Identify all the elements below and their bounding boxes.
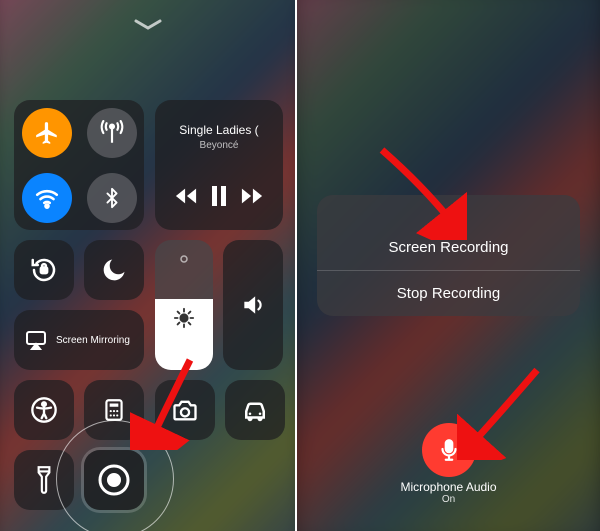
car-icon bbox=[240, 395, 270, 425]
calculator-button[interactable] bbox=[84, 380, 144, 440]
stop-recording-button[interactable]: Stop Recording bbox=[317, 270, 580, 316]
record-indicator-icon bbox=[439, 213, 459, 233]
microphone-icon bbox=[436, 437, 462, 463]
airplane-mode-toggle[interactable] bbox=[22, 108, 72, 158]
airplay-icon bbox=[24, 328, 48, 352]
volume-slider[interactable] bbox=[223, 240, 283, 370]
rotation-lock-toggle[interactable] bbox=[14, 240, 74, 300]
flashlight-icon bbox=[33, 465, 55, 495]
now-playing-artist: Beyoncé bbox=[179, 140, 258, 151]
moon-icon bbox=[100, 256, 128, 284]
pause-icon[interactable] bbox=[211, 186, 227, 206]
microphone-toggle[interactable] bbox=[422, 423, 476, 477]
now-playing-tile[interactable]: Single Ladies ( Beyoncé bbox=[155, 100, 283, 230]
sun-dim-icon bbox=[175, 250, 193, 268]
screen-mirroring-label: Screen Mirroring bbox=[56, 335, 130, 346]
speaker-icon bbox=[240, 292, 266, 318]
airplane-icon bbox=[34, 120, 60, 146]
wifi-toggle[interactable] bbox=[22, 173, 72, 223]
bluetooth-toggle[interactable] bbox=[87, 173, 137, 223]
flashlight-button[interactable] bbox=[14, 450, 74, 510]
do-not-disturb-toggle[interactable] bbox=[84, 240, 144, 300]
rotation-lock-icon bbox=[29, 255, 59, 285]
sun-icon bbox=[173, 307, 195, 329]
carplay-button[interactable] bbox=[225, 380, 285, 440]
wifi-icon bbox=[34, 185, 60, 211]
accessibility-button[interactable] bbox=[14, 380, 74, 440]
brightness-slider[interactable] bbox=[155, 240, 213, 370]
camera-icon bbox=[171, 396, 199, 424]
bluetooth-icon bbox=[101, 187, 123, 209]
screen-mirroring-button[interactable]: Screen Mirroring bbox=[14, 310, 144, 370]
sheet-title: Screen Recording bbox=[388, 239, 508, 256]
now-playing-title: Single Ladies ( bbox=[179, 124, 258, 138]
accessibility-icon bbox=[30, 396, 58, 424]
antenna-icon bbox=[99, 120, 125, 146]
camera-button[interactable] bbox=[155, 380, 215, 440]
screen-record-button[interactable] bbox=[84, 450, 144, 510]
screen-recording-sheet: Screen Recording Stop Recording bbox=[317, 195, 580, 316]
rewind-icon[interactable] bbox=[175, 187, 197, 205]
calculator-icon bbox=[101, 397, 127, 423]
cellular-data-toggle[interactable] bbox=[87, 108, 137, 158]
microphone-label-text: Microphone Audio bbox=[400, 480, 496, 494]
record-icon bbox=[97, 463, 131, 497]
microphone-status: On bbox=[400, 494, 496, 505]
chevron-down-icon[interactable] bbox=[133, 18, 163, 32]
forward-icon[interactable] bbox=[241, 187, 263, 205]
connectivity-tile bbox=[14, 100, 144, 230]
microphone-label: Microphone Audio On bbox=[400, 480, 496, 505]
